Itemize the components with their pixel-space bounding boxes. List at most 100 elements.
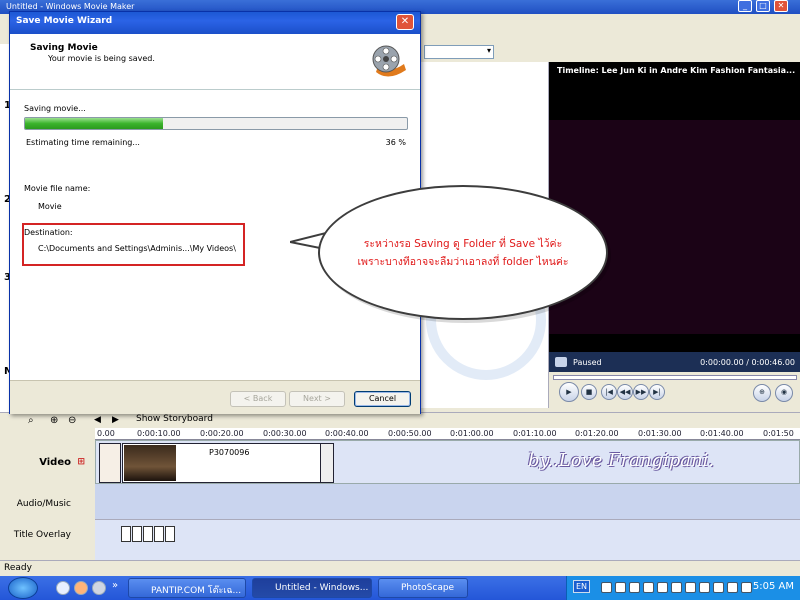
previous-frame-icon[interactable]: |◀ <box>601 384 617 400</box>
tick-label: 0:01:00.00 <box>450 429 494 438</box>
tray-icon[interactable] <box>699 582 710 593</box>
rewind-timeline-icon[interactable]: ◀ <box>94 415 101 425</box>
header-title: Saving Movie <box>30 43 98 53</box>
progress-fill <box>25 118 163 129</box>
tick-label: 0:00:30.00 <box>263 429 307 438</box>
next-button[interactable]: Next > <box>289 391 345 407</box>
header-subtitle: Your movie is being saved. <box>48 54 155 63</box>
clock[interactable]: 5:05 AM <box>753 581 794 592</box>
quick-launch-chevron-icon[interactable]: » <box>112 580 118 591</box>
author-watermark: by..Love Frangipani. <box>528 450 715 471</box>
seek-bar[interactable] <box>553 375 797 380</box>
video-track-label[interactable]: Video <box>39 457 71 468</box>
tray-icon[interactable] <box>727 582 738 593</box>
back-button[interactable]: < Back <box>230 391 286 407</box>
screen-icon <box>555 357 567 367</box>
magnify-icon[interactable]: ⌕ <box>28 415 34 426</box>
title-overlay-clip[interactable] <box>165 526 175 542</box>
destination-label: Destination: <box>24 228 73 237</box>
tick-label: 0:00:10.00 <box>137 429 181 438</box>
taskbar-item-pantip[interactable]: PANTIP.COM โต๊ะเฉ... <box>128 578 246 598</box>
destination-path: C:\Documents and Settings\Adminis...\My … <box>38 244 236 253</box>
fast-forward-icon[interactable]: ▶▶ <box>633 384 649 400</box>
cancel-button[interactable]: Cancel <box>354 391 411 407</box>
start-button[interactable] <box>8 577 38 599</box>
clip-thumbnail <box>124 445 176 481</box>
film-reel-icon <box>372 45 406 77</box>
annotation-line-2: เพราะบางทีอาจจะลืมว่าเอาลงที่ folder ไหน… <box>357 256 569 268</box>
title-overlay-track[interactable] <box>95 520 800 560</box>
preview-title: Timeline: Lee Jun Ki in Andre Kim Fashio… <box>549 62 800 80</box>
zoom-in-icon[interactable]: ⊕ <box>50 415 58 426</box>
tick-label: 0:01:10.00 <box>513 429 557 438</box>
tray-icon[interactable] <box>615 582 626 593</box>
snapshot-icon[interactable]: ◉ <box>775 384 793 402</box>
show-storyboard-button[interactable]: Show Storyboard <box>136 414 213 424</box>
clip-name: P3070096 <box>209 448 250 457</box>
preview-status-bar: Paused 0:00:00.00 / 0:00:46.00 <box>549 352 800 372</box>
tick-label: 0:01:30.00 <box>638 429 682 438</box>
language-indicator[interactable]: EN <box>573 580 591 593</box>
preview-screen <box>549 80 800 352</box>
browser-icon[interactable] <box>74 581 88 595</box>
collection-dropdown[interactable]: ▾ <box>424 45 494 59</box>
title-overlay-track-label[interactable]: Title Overlay <box>14 530 71 540</box>
tick-label: 0:01:20.00 <box>575 429 619 438</box>
percent-complete: 36 % <box>385 138 406 147</box>
title-overlay-clip[interactable] <box>143 526 153 542</box>
stop-icon[interactable]: ■ <box>581 384 597 400</box>
taskbar-item-photoscape[interactable]: PhotoScape <box>378 578 468 598</box>
split-clip-icon[interactable]: ⊕ <box>753 384 771 402</box>
playback-status: Paused <box>573 358 602 367</box>
speech-bubble: ระหว่างรอ Saving ดู Folder ที่ Save ไว้ค… <box>318 185 608 320</box>
title-clip[interactable] <box>99 443 121 483</box>
annotation-line-1: ระหว่างรอ Saving ดู Folder ที่ Save ไว้ค… <box>363 238 563 250</box>
taskbar: » PANTIP.COM โต๊ะเฉ... Untitled - Window… <box>0 576 800 600</box>
transition-clip[interactable] <box>320 443 334 483</box>
file-name-label: Movie file name: <box>24 184 91 193</box>
tick-label: 0:00:40.00 <box>325 429 369 438</box>
tick-label: 0:00:20.00 <box>200 429 244 438</box>
title-overlay-clip[interactable] <box>121 526 131 542</box>
file-name-value: Movie <box>38 202 62 211</box>
tick-label: 0.00 <box>97 429 115 438</box>
show-desktop-icon[interactable] <box>92 581 106 595</box>
dialog-footer: < Back Next > Cancel <box>10 380 420 414</box>
tray-icon[interactable] <box>685 582 696 593</box>
system-tray: EN 5:05 AM <box>566 576 800 600</box>
tray-icon[interactable] <box>671 582 682 593</box>
expand-icon[interactable]: ⊞ <box>77 457 85 467</box>
timeline-toolbar: ⌕ ⊕ ⊖ ◀ ▶ <box>0 412 800 428</box>
background-window-title: Untitled - Windows Movie Maker <box>6 2 135 11</box>
status-text: Ready <box>4 563 32 573</box>
background-close-button[interactable]: ✕ <box>774 0 788 12</box>
tray-icon[interactable] <box>657 582 668 593</box>
internet-explorer-icon[interactable] <box>56 581 70 595</box>
tray-icon[interactable] <box>601 582 612 593</box>
title-overlay-clip[interactable] <box>154 526 164 542</box>
next-frame-icon[interactable]: ▶| <box>649 384 665 400</box>
video-clip[interactable]: P3070096 <box>122 443 334 483</box>
title-overlay-clip[interactable] <box>132 526 142 542</box>
saving-label: Saving movie... <box>24 104 86 113</box>
time-readout: 0:00:00.00 / 0:00:46.00 <box>700 358 795 367</box>
zoom-out-icon[interactable]: ⊖ <box>68 415 76 426</box>
tray-icon[interactable] <box>713 582 724 593</box>
dialog-titlebar: Save Movie Wizard <box>10 12 420 34</box>
play-icon[interactable]: ▶ <box>559 382 579 402</box>
audio-track-label[interactable]: Audio/Music <box>17 499 71 509</box>
tray-icon[interactable] <box>629 582 640 593</box>
timeline-ruler[interactable]: 0.00 0:00:10.00 0:00:20.00 0:00:30.00 0:… <box>95 428 800 440</box>
minimize-button[interactable]: _ <box>738 0 752 12</box>
audio-track[interactable] <box>95 484 800 520</box>
rewind-icon[interactable]: ◀◀ <box>617 384 633 400</box>
tray-icon[interactable] <box>643 582 654 593</box>
estimating-label: Estimating time remaining... <box>26 138 140 147</box>
tray-icon[interactable] <box>741 582 752 593</box>
tick-label: 0:00:50.00 <box>388 429 432 438</box>
maximize-button[interactable]: □ <box>756 0 770 12</box>
status-bar: Ready <box>0 560 800 576</box>
taskbar-item-movie-maker[interactable]: Untitled - Windows... <box>252 578 372 598</box>
play-timeline-icon[interactable]: ▶ <box>112 415 119 425</box>
dialog-close-button[interactable]: ✕ <box>396 14 414 30</box>
